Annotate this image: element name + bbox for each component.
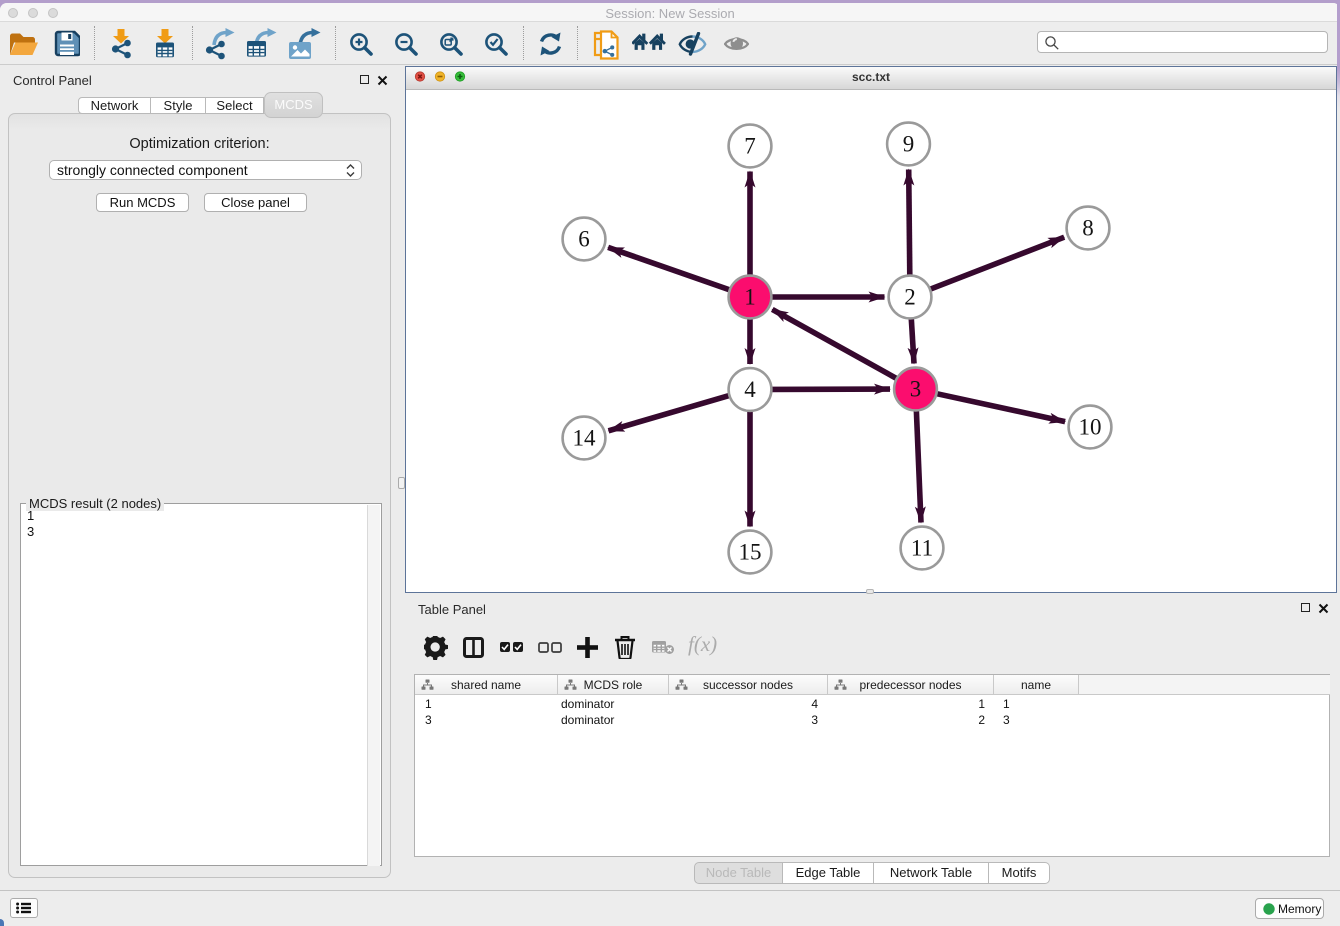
svg-text:6: 6	[578, 227, 590, 252]
svg-text:8: 8	[1082, 216, 1094, 241]
svg-text:2: 2	[904, 285, 916, 310]
svg-text:14: 14	[573, 426, 597, 451]
svg-text:10: 10	[1079, 415, 1102, 440]
svg-text:4: 4	[744, 377, 756, 402]
svg-text:1: 1	[744, 285, 756, 310]
svg-text:9: 9	[903, 132, 915, 157]
svg-text:11: 11	[911, 536, 933, 561]
svg-text:15: 15	[739, 540, 762, 565]
svg-text:7: 7	[744, 134, 756, 159]
svg-text:3: 3	[910, 377, 922, 402]
